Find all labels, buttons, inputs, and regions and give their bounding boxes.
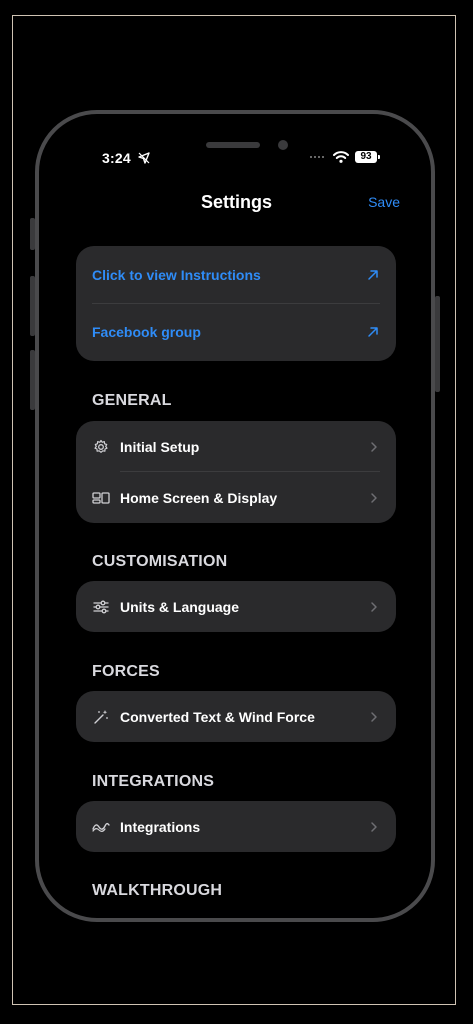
battery-nub (378, 155, 380, 159)
dynamic-island-speaker (206, 142, 260, 148)
facebook-group-label: Facebook group (92, 323, 201, 340)
converted-text-wind-force-row[interactable]: Converted Text & Wind Force (76, 691, 396, 742)
instructions-link[interactable]: Click to view Instructions (76, 246, 396, 303)
section-header-general: GENERAL (92, 392, 172, 409)
gear-icon (94, 439, 108, 453)
battery-indicator: 93 (355, 151, 377, 163)
initial-setup-label: Initial Setup (120, 438, 200, 455)
wave-icon (92, 822, 110, 832)
status-time: 3:24 (102, 150, 131, 166)
chevron-right-icon (371, 492, 377, 503)
section-header-forces: FORCES (92, 663, 160, 680)
save-button[interactable]: Save (368, 194, 400, 210)
page-title: Settings (200, 192, 272, 212)
links-card: Click to view Instructions Facebook grou… (76, 246, 396, 361)
units-language-row[interactable]: Units & Language (76, 581, 396, 632)
magic-wand-icon (94, 709, 108, 724)
instructions-link-label: Click to view Instructions (92, 266, 261, 283)
section-header-integrations: INTEGRATIONS (92, 773, 215, 790)
integrations-card: Integrations (76, 801, 396, 852)
converted-text-wind-force-label: Converted Text & Wind Force (120, 708, 315, 725)
home-screen-display-row[interactable]: Home Screen & Display (76, 472, 396, 523)
chevron-right-icon (371, 821, 377, 832)
customisation-card: Units & Language (76, 581, 396, 632)
facebook-group-link[interactable]: Facebook group (76, 303, 396, 360)
section-header-customisation: CUSTOMISATION (92, 553, 228, 570)
integrations-row[interactable]: Integrations (76, 801, 396, 852)
external-arrow-icon (368, 326, 378, 337)
units-language-label: Units & Language (120, 598, 240, 615)
layout-icon (92, 491, 110, 504)
home-screen-display-label: Home Screen & Display (120, 489, 278, 506)
external-arrow-icon (368, 269, 378, 280)
general-card: Initial Setup Home Screen & Display (76, 421, 396, 523)
front-camera (278, 140, 288, 150)
cell-signal-icon (310, 156, 324, 158)
chevron-right-icon (371, 441, 377, 452)
initial-setup-row[interactable]: Initial Setup (76, 421, 396, 472)
section-header-walkthrough: WALKTHROUGH (92, 882, 223, 899)
location-arrow-icon (138, 152, 150, 164)
chevron-right-icon (371, 711, 377, 722)
integrations-label: Integrations (120, 818, 201, 835)
power-button[interactable] (435, 296, 440, 392)
forces-card: Converted Text & Wind Force (76, 691, 396, 742)
sliders-icon (93, 600, 109, 613)
wifi-icon (333, 151, 349, 163)
chevron-right-icon (371, 601, 377, 612)
